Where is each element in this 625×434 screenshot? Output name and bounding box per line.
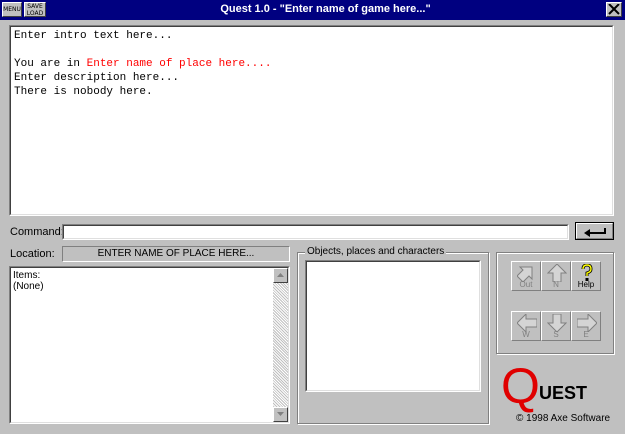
command-input-frame: [62, 224, 569, 240]
logo-rest: UEST: [539, 383, 588, 403]
help-button[interactable]: Help: [571, 261, 601, 291]
close-icon: [608, 4, 620, 15]
help-label: Help: [577, 280, 595, 289]
copyright-text: © 1998 Axe Software: [516, 413, 611, 424]
title-bar: MENU SAVE LOAD Quest 1.0 - "Enter name of…: [0, 0, 625, 20]
logo-q: Q: [501, 358, 540, 414]
out-button[interactable]: Out: [511, 261, 541, 291]
objects-list[interactable]: [305, 260, 481, 392]
window-title: Quest 1.0 - "Enter name of game here...": [220, 3, 431, 15]
north-label: N: [553, 280, 559, 289]
objects-label: Objects, places and characters: [305, 246, 447, 258]
west-button[interactable]: W: [511, 311, 541, 341]
east-label: E: [583, 330, 589, 339]
people-text: There is nobody here.: [14, 86, 153, 98]
out-label: Out: [519, 280, 533, 289]
location-value: ENTER NAME OF PLACE HERE...: [62, 246, 290, 262]
items-scrollbar[interactable]: [273, 268, 288, 422]
compass-panel: Out N Help W S E: [496, 252, 614, 354]
location-label: Location:: [10, 248, 55, 260]
items-header: Items:: [13, 270, 41, 281]
south-label: S: [553, 330, 559, 339]
close-button[interactable]: [606, 2, 622, 17]
arrow-down-icon: [277, 412, 284, 416]
description-text: Enter description here...: [14, 72, 180, 84]
command-label: Command:: [10, 226, 64, 238]
enter-arrow-icon: [584, 228, 606, 237]
intro-text: Enter intro text here...: [14, 30, 173, 42]
save-label: SAVE: [27, 3, 43, 10]
save-load-button[interactable]: SAVE LOAD: [24, 2, 46, 17]
items-list[interactable]: Items: (None): [9, 266, 290, 424]
command-input[interactable]: [64, 226, 567, 238]
quest-logo: Q UEST: [497, 361, 617, 411]
load-label: LOAD: [26, 10, 44, 17]
location-prefix: You are in: [14, 58, 87, 70]
north-button[interactable]: N: [541, 261, 571, 291]
location-name-text: Enter name of place here....: [86, 58, 272, 70]
location-line: You are in Enter name of place here....: [14, 57, 609, 71]
items-value: (None): [13, 281, 44, 292]
scroll-down-button[interactable]: [273, 407, 288, 422]
menu-button-label: MENU: [3, 6, 21, 13]
scroll-up-button[interactable]: [273, 268, 288, 283]
east-button[interactable]: E: [571, 311, 601, 341]
arrow-up-icon: [277, 273, 284, 277]
menu-button[interactable]: MENU: [2, 2, 22, 17]
enter-button[interactable]: [575, 222, 614, 240]
west-label: W: [522, 330, 530, 339]
output-panel[interactable]: Enter intro text here... You are in Ente…: [9, 25, 614, 216]
south-button[interactable]: S: [541, 311, 571, 341]
